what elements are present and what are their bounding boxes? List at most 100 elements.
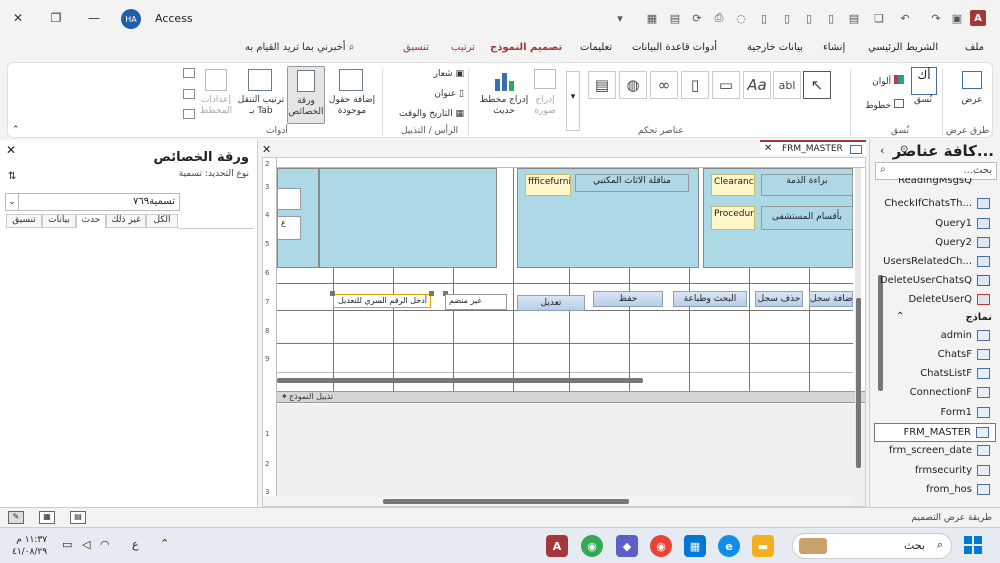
- selection-handle[interactable]: [330, 291, 335, 296]
- qat-copy-icon[interactable]: ❏: [872, 11, 886, 25]
- redo-icon[interactable]: ↷: [929, 11, 943, 25]
- app-taskbar-icon[interactable]: ◆: [616, 535, 638, 557]
- button-control-icon[interactable]: ▭: [712, 71, 740, 99]
- procedures-label[interactable]: Procedures: [711, 206, 755, 230]
- design-view-icon[interactable]: ✎: [8, 511, 24, 524]
- qat-doc3-icon[interactable]: ▯: [802, 11, 816, 25]
- tab-order-icon[interactable]: [248, 69, 272, 91]
- hyperlink-control-icon[interactable]: ∞: [650, 71, 678, 99]
- procedures-button[interactable]: بأقسام المستشفى: [761, 206, 853, 230]
- list-item[interactable]: Query1: [874, 215, 996, 234]
- qat-preview-icon[interactable]: ◌: [734, 11, 748, 25]
- qat-customize-icon[interactable]: ▾: [613, 11, 627, 25]
- form-view-icon[interactable]: ▤: [70, 511, 86, 524]
- nav-pane-title[interactable]: كافة عناصر...: [893, 142, 994, 160]
- add-record-button[interactable]: إضافة سجل: [809, 291, 853, 307]
- property-sheet-button[interactable]: ورقة الخصائص: [287, 66, 325, 124]
- layout-view-icon[interactable]: ▦: [39, 511, 55, 524]
- list-item[interactable]: DeleteUserChatsQ: [874, 272, 996, 291]
- list-item[interactable]: frmsecurity: [874, 462, 996, 481]
- close-icon[interactable]: ✕: [6, 143, 16, 157]
- list-item[interactable]: ChatsF: [874, 346, 996, 365]
- save-icon[interactable]: ▣: [950, 11, 964, 25]
- horizontal-scroll-thumb[interactable]: [383, 499, 629, 504]
- sort-az-icon[interactable]: ⇅: [8, 171, 16, 182]
- search-print-button[interactable]: البحث وطباعة: [673, 291, 747, 307]
- chrome-icon[interactable]: ◉: [650, 535, 672, 557]
- unbound-textbox[interactable]: غير منضم: [445, 294, 507, 310]
- form-footer-area[interactable]: [277, 404, 865, 506]
- restore-window-button[interactable]: ❐: [44, 6, 68, 30]
- left-edge-box[interactable]: ع: [277, 216, 301, 240]
- tab-arrange[interactable]: ترتيب: [451, 42, 475, 53]
- save-button[interactable]: حفظ: [593, 291, 663, 307]
- clearance-label[interactable]: Clearance: [711, 174, 755, 196]
- qat-form-icon[interactable]: ▦: [645, 11, 659, 25]
- tab-external-data[interactable]: بيانات خارجية: [747, 42, 803, 53]
- label-control-icon[interactable]: Aa: [743, 71, 771, 99]
- chevron-up-icon[interactable]: ⌃: [160, 537, 169, 550]
- close-designer-icon[interactable]: ✕: [262, 143, 271, 156]
- themes-icon[interactable]: أك: [911, 67, 937, 95]
- store-icon[interactable]: ▦: [684, 535, 706, 557]
- datetime-button[interactable]: التاريخ والوقت ▦: [390, 109, 464, 120]
- blue-panel-main[interactable]: [319, 168, 497, 268]
- wifi-icon[interactable]: ◠: [100, 538, 110, 551]
- qat-list-icon[interactable]: ▤: [847, 11, 861, 25]
- document-tab[interactable]: ✕ FRM_MASTER: [760, 140, 866, 156]
- edge-icon[interactable]: e: [718, 535, 740, 557]
- navigation-control-icon[interactable]: ▤: [588, 71, 616, 99]
- qat-print-icon[interactable]: ⎙: [712, 11, 726, 25]
- subform-icon[interactable]: [183, 68, 195, 78]
- list-item[interactable]: ChatsListF: [874, 365, 996, 384]
- list-item[interactable]: admin: [874, 327, 996, 346]
- close-window-button[interactable]: ✕: [6, 6, 30, 30]
- textbox-control-icon[interactable]: abl: [773, 71, 801, 99]
- furniture-label[interactable]: ffficefurnitu: [525, 174, 571, 196]
- edit-button[interactable]: تعديل: [517, 295, 585, 311]
- view-code-icon[interactable]: [183, 89, 195, 99]
- minimize-window-button[interactable]: —: [82, 6, 106, 30]
- tab-all[interactable]: الكل: [146, 214, 178, 228]
- language-indicator[interactable]: ع: [132, 538, 139, 551]
- colors-button[interactable]: ألوان: [858, 75, 904, 88]
- detail-scrollbar[interactable]: [277, 378, 643, 383]
- clock[interactable]: ١١:٣٧ م ٤١/٠٨/٢٩: [12, 534, 47, 558]
- close-tab-icon[interactable]: ✕: [764, 143, 772, 154]
- taskbar-search-input[interactable]: بحث ⌕: [792, 533, 952, 559]
- tab-format[interactable]: تنسيق: [6, 214, 42, 228]
- vertical-scroll-thumb[interactable]: [856, 298, 861, 468]
- selection-handle[interactable]: [429, 291, 434, 296]
- tab-database-tools[interactable]: أدوات قاعدة البيانات: [632, 42, 717, 53]
- selection-combo[interactable]: تسمية٧٦٩: [5, 193, 180, 211]
- tab-control-icon[interactable]: ▯: [681, 71, 709, 99]
- password-textbox-selected[interactable]: أدخل الرقم السري للتعديل: [333, 294, 431, 308]
- view-button[interactable]: [958, 69, 986, 97]
- volume-icon[interactable]: ◁: [82, 538, 90, 551]
- file-explorer-icon[interactable]: ▬: [752, 535, 774, 557]
- form-design-canvas[interactable]: 2 3 4 5 6 7 8 9 1 2 3 ع ffficefurnitu من…: [262, 157, 866, 507]
- qat-doc2-icon[interactable]: ▯: [780, 11, 794, 25]
- chevron-left-icon[interactable]: ‹: [880, 144, 884, 157]
- list-item[interactable]: Form1: [874, 404, 996, 423]
- tab-help[interactable]: تعليمات: [580, 42, 612, 53]
- list-item-selected[interactable]: FRM_MASTER: [874, 423, 996, 442]
- title-button[interactable]: عنوان ▯: [418, 89, 464, 100]
- gallery-more-icon[interactable]: ▾: [566, 71, 580, 131]
- qat-doc4-icon[interactable]: ▯: [824, 11, 838, 25]
- tab-event[interactable]: حدث: [76, 214, 106, 228]
- left-edge-box[interactable]: [277, 188, 301, 210]
- windows-start-icon[interactable]: [964, 536, 982, 554]
- list-item[interactable]: from_hos: [874, 481, 996, 500]
- add-fields-icon[interactable]: [339, 69, 363, 91]
- convert-macros-icon[interactable]: [183, 109, 195, 119]
- qat-table-icon[interactable]: ▤: [668, 11, 682, 25]
- tab-form-design[interactable]: تصميم النموذج: [490, 42, 562, 53]
- forms-section-header[interactable]: نماذج: [965, 312, 992, 323]
- tab-home[interactable]: الشريط الرئيسي: [868, 42, 938, 53]
- chrome-profile-icon[interactable]: ◉: [581, 535, 603, 557]
- undo-icon[interactable]: ↶: [898, 11, 912, 25]
- list-item[interactable]: ConnectionF: [874, 384, 996, 403]
- qat-doc-icon[interactable]: ▯: [757, 11, 771, 25]
- list-item[interactable]: Query2: [874, 234, 996, 253]
